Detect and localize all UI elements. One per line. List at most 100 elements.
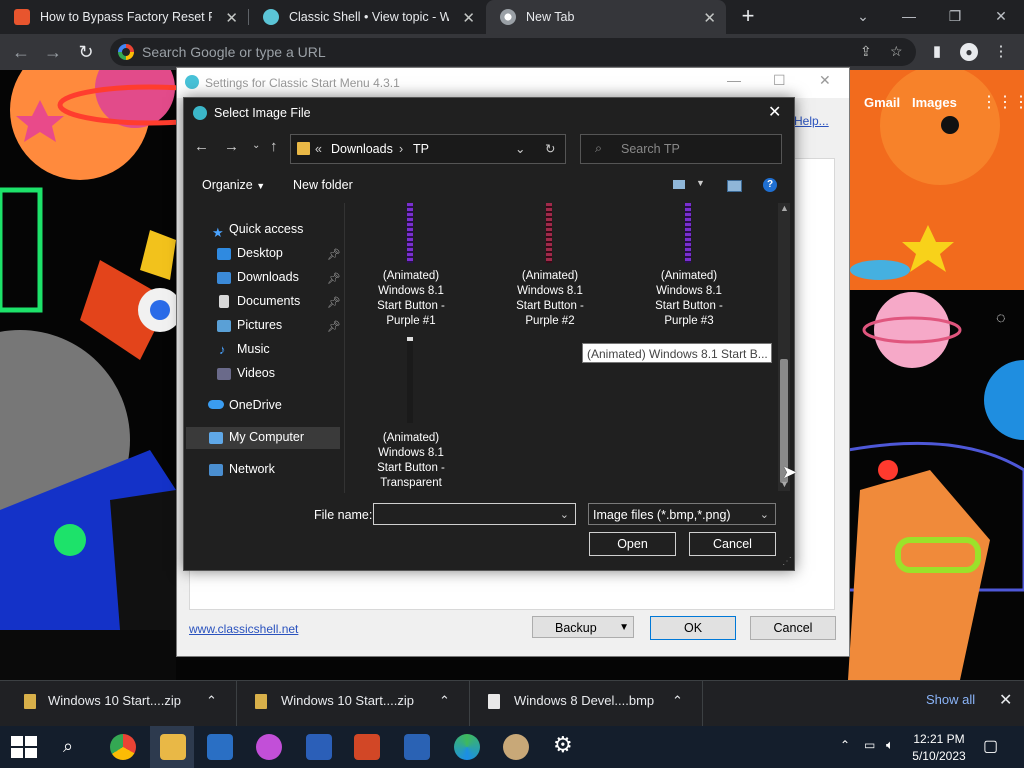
download-item[interactable]: Windows 10 Start....zip ⌃: [0, 681, 236, 727]
new-folder-button[interactable]: New folder: [293, 178, 353, 192]
nav-network[interactable]: Network: [229, 462, 275, 476]
profile-avatar-icon[interactable]: ●: [960, 43, 978, 61]
nav-quick-access[interactable]: Quick access: [229, 222, 303, 236]
recent-locations-icon[interactable]: ⌄: [252, 140, 260, 151]
notifications-icon[interactable]: ▢: [983, 736, 998, 756]
website-link[interactable]: www.classicshell.net: [189, 622, 298, 636]
address-dropdown-icon[interactable]: ⌄: [515, 141, 525, 156]
images-link[interactable]: Images: [912, 95, 957, 110]
cancel-button[interactable]: Cancel: [750, 616, 836, 640]
download-options-icon[interactable]: ⌃: [206, 681, 217, 721]
teams-icon[interactable]: [207, 734, 233, 760]
nav-documents[interactable]: Documents: [237, 294, 300, 308]
download-item[interactable]: Windows 10 Start....zip ⌃: [237, 681, 469, 727]
search-icon[interactable]: ⌕: [63, 736, 73, 757]
address-bar[interactable]: « Downloads › TP ⌄ ↻: [290, 134, 566, 164]
close-window-button[interactable]: ✕: [978, 0, 1024, 34]
edge-icon[interactable]: [454, 734, 480, 760]
close-tab-icon[interactable]: ✕: [225, 9, 238, 27]
forward-icon[interactable]: →: [224, 138, 239, 155]
backup-button[interactable]: Backup ▼: [532, 616, 634, 638]
view-options-icon[interactable]: ▼: [696, 178, 705, 188]
ok-button[interactable]: OK: [650, 616, 736, 640]
back-icon[interactable]: ←: [10, 41, 32, 63]
settings-gear-icon[interactable]: ⚙: [553, 732, 573, 758]
breadcrumb-tp[interactable]: TP: [413, 142, 429, 156]
search-box[interactable]: ⌕ Search TP: [580, 134, 782, 164]
download-options-icon[interactable]: ⌃: [672, 681, 683, 721]
download-item[interactable]: Windows 8 Devel....bmp ⌃: [470, 681, 702, 727]
scroll-up-icon[interactable]: ▲: [780, 203, 789, 213]
close-window-button[interactable]: ✕: [819, 72, 831, 89]
pin-icon[interactable]: 📌︎: [327, 248, 341, 261]
tab-bypass-factory-reset[interactable]: How to Bypass Factory Reset Pro ✕: [0, 0, 248, 34]
bookmark-star-icon[interactable]: ☆: [890, 43, 903, 60]
file-item-purple-1[interactable]: (Animated) Windows 8.1 Start Button - Pu…: [351, 269, 471, 329]
change-view-icon[interactable]: [673, 180, 685, 189]
network-status-icon[interactable]: ▭: [864, 738, 875, 752]
cancel-button[interactable]: Cancel: [689, 532, 776, 556]
nav-onedrive[interactable]: OneDrive: [229, 398, 282, 412]
file-type-select[interactable]: Image files (*.bmp,*.png) ⌄: [588, 503, 776, 525]
show-all-downloads-link[interactable]: Show all: [926, 692, 975, 707]
close-downloads-bar-icon[interactable]: ✕: [999, 690, 1012, 710]
download-options-icon[interactable]: ⌃: [439, 681, 450, 721]
menu-kebab-icon[interactable]: ⋮: [992, 43, 1010, 61]
restore-button[interactable]: ❐: [932, 0, 978, 34]
tab-new-tab[interactable]: New Tab ✕: [486, 0, 726, 34]
file-item-purple-2[interactable]: (Animated) Windows 8.1 Start Button - Pu…: [490, 269, 610, 329]
close-tab-icon[interactable]: ✕: [703, 9, 716, 27]
visio-icon[interactable]: [404, 734, 430, 760]
maximize-button[interactable]: ☐: [773, 72, 786, 89]
tab-classic-shell-topic[interactable]: Classic Shell • View topic - Windo ✕: [249, 0, 485, 34]
close-dialog-button[interactable]: ✕: [768, 102, 781, 122]
powerpoint-icon[interactable]: [354, 734, 380, 760]
file-name-input[interactable]: ⌄: [373, 503, 576, 525]
omnibox[interactable]: Search Google or type a URL ⇪ ☆: [110, 38, 916, 66]
nav-videos[interactable]: Videos: [237, 366, 275, 380]
file-item-transparent[interactable]: (Animated) Windows 8.1 Start Button - Tr…: [351, 431, 471, 491]
help-link[interactable]: Help...: [794, 114, 829, 128]
paint-icon[interactable]: [503, 734, 529, 760]
file-thumbnail[interactable]: [407, 337, 413, 423]
pin-icon[interactable]: 📌︎: [327, 296, 341, 309]
share-doodle-icon[interactable]: ◌: [996, 310, 1022, 332]
paint-3d-icon[interactable]: [256, 734, 282, 760]
minimize-button[interactable]: —: [886, 0, 932, 34]
resize-grip-icon[interactable]: ⋰: [782, 556, 792, 567]
pin-icon[interactable]: 📌︎: [327, 272, 341, 285]
volume-icon[interactable]: 🔈︎: [886, 737, 894, 753]
nav-music[interactable]: Music: [237, 342, 270, 356]
open-button[interactable]: Open: [589, 532, 676, 556]
pin-icon[interactable]: 📌︎: [327, 320, 341, 333]
nav-pictures[interactable]: Pictures: [237, 318, 282, 332]
show-hidden-icons-icon[interactable]: ⌃: [840, 738, 850, 752]
file-thumbnail[interactable]: [407, 203, 413, 263]
preview-pane-icon[interactable]: [727, 180, 742, 192]
back-icon[interactable]: ←: [194, 138, 209, 155]
file-item-purple-3[interactable]: (Animated) Windows 8.1 Start Button - Pu…: [629, 269, 749, 329]
new-tab-button[interactable]: +: [736, 4, 760, 28]
file-explorer-icon[interactable]: [160, 734, 186, 760]
tab-search-icon[interactable]: ⌄: [840, 0, 886, 34]
file-list-scrollbar[interactable]: ▲ ▼: [778, 203, 790, 491]
breadcrumb-downloads[interactable]: Downloads: [331, 142, 393, 156]
forward-icon[interactable]: →: [42, 41, 64, 63]
chrome-taskbar-icon[interactable]: [110, 734, 136, 760]
side-panel-icon[interactable]: ▮: [928, 43, 946, 61]
nav-my-computer[interactable]: My Computer: [229, 430, 304, 444]
up-folder-icon[interactable]: ↑: [270, 138, 278, 155]
google-apps-icon[interactable]: ⋮⋮⋮: [981, 92, 1024, 112]
dropdown-arrow-icon[interactable]: ⌄: [560, 504, 569, 526]
nav-desktop[interactable]: Desktop: [237, 246, 283, 260]
clock-time[interactable]: 12:21 PM: [906, 732, 972, 746]
refresh-icon[interactable]: ↻: [545, 141, 555, 156]
nav-downloads[interactable]: Downloads: [237, 270, 299, 284]
share-icon[interactable]: ⇪: [860, 43, 872, 60]
file-thumbnail[interactable]: [685, 203, 691, 263]
minimize-button[interactable]: —: [727, 72, 741, 88]
start-button-icon[interactable]: [11, 736, 37, 758]
file-thumbnail[interactable]: [546, 203, 552, 263]
help-icon[interactable]: ?: [763, 178, 777, 192]
reload-icon[interactable]: ↻: [75, 41, 97, 63]
